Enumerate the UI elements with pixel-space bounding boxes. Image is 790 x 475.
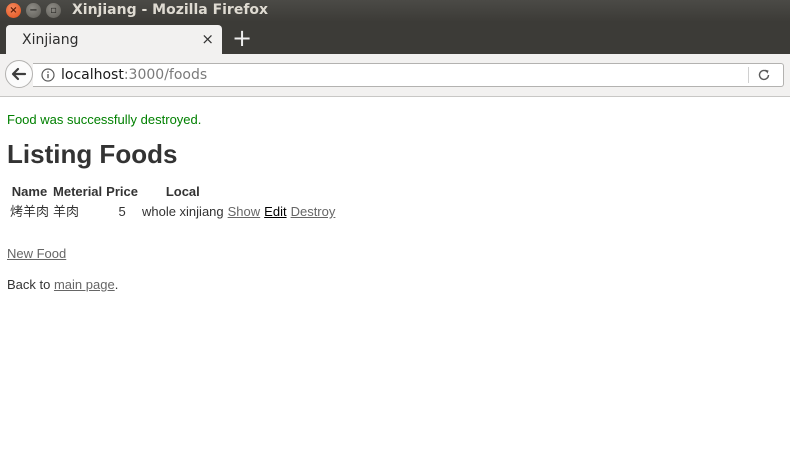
- url-text[interactable]: localhost:3000/foods: [61, 67, 207, 83]
- window-minimize-button[interactable]: −: [26, 3, 41, 18]
- header-empty-3: [290, 183, 337, 201]
- cell-material: 羊肉: [53, 204, 80, 219]
- tab-close-icon[interactable]: ×: [201, 30, 214, 48]
- cell-edit: Edit: [263, 203, 287, 221]
- new-food-link[interactable]: New Food: [7, 246, 66, 261]
- back-arrow-icon: [11, 67, 27, 81]
- url-path: :3000/foods: [123, 67, 208, 83]
- back-prefix: Back to: [7, 277, 54, 292]
- window-maximize-button[interactable]: ▫: [46, 3, 61, 18]
- header-empty-2: [263, 183, 287, 201]
- url-host: localhost: [61, 67, 124, 83]
- table-header-row: Name Meterial Price Local: [9, 183, 336, 201]
- cell-show: Show: [227, 203, 262, 221]
- window-title: Xinjiang - Mozilla Firefox: [72, 2, 269, 18]
- cell-local: whole xinjiang: [141, 204, 224, 219]
- destroy-link[interactable]: Destroy: [291, 204, 336, 219]
- tab-strip: Xinjiang × +: [0, 22, 790, 54]
- back-suffix: .: [114, 277, 119, 292]
- header-price: Price: [106, 184, 138, 199]
- window-close-button[interactable]: ×: [6, 3, 21, 18]
- window-titlebar: × − ▫ Xinjiang - Mozilla Firefox: [0, 0, 790, 22]
- table-row: 烤羊肉 羊肉 5 whole xinjiang Show Edit Destro…: [9, 203, 336, 221]
- new-tab-button[interactable]: +: [232, 24, 252, 52]
- main-page-link[interactable]: main page: [54, 277, 115, 292]
- header-local: Local: [165, 184, 200, 199]
- reload-icon[interactable]: [757, 68, 771, 82]
- flash-notice: Food was successfully destroyed.: [7, 112, 202, 127]
- cell-name: 烤羊肉: [10, 204, 50, 219]
- show-link[interactable]: Show: [228, 204, 261, 219]
- new-food-paragraph: New Food: [7, 245, 777, 262]
- cell-destroy: Destroy: [290, 203, 337, 221]
- header-empty-1: [227, 183, 262, 201]
- edit-link[interactable]: Edit: [264, 204, 286, 219]
- navigation-bar: localhost:3000/foods: [0, 54, 790, 97]
- tab-label: Xinjiang: [22, 32, 79, 48]
- header-name: Name: [11, 184, 48, 199]
- header-material: Meterial: [53, 184, 103, 199]
- foods-table: Name Meterial Price Local 烤羊肉 羊肉 5 whole…: [7, 181, 338, 223]
- back-paragraph: Back to main page.: [7, 276, 777, 293]
- tab-xinjiang[interactable]: Xinjiang ×: [6, 25, 222, 54]
- page-title: Listing Foods: [7, 139, 178, 169]
- page-content: Food was successfully destroyed. Listing…: [7, 111, 777, 293]
- url-separator: [748, 67, 749, 83]
- info-icon[interactable]: [41, 68, 55, 82]
- back-button[interactable]: [5, 60, 33, 88]
- cell-price: 5: [118, 204, 126, 219]
- url-bar[interactable]: localhost:3000/foods: [33, 63, 784, 87]
